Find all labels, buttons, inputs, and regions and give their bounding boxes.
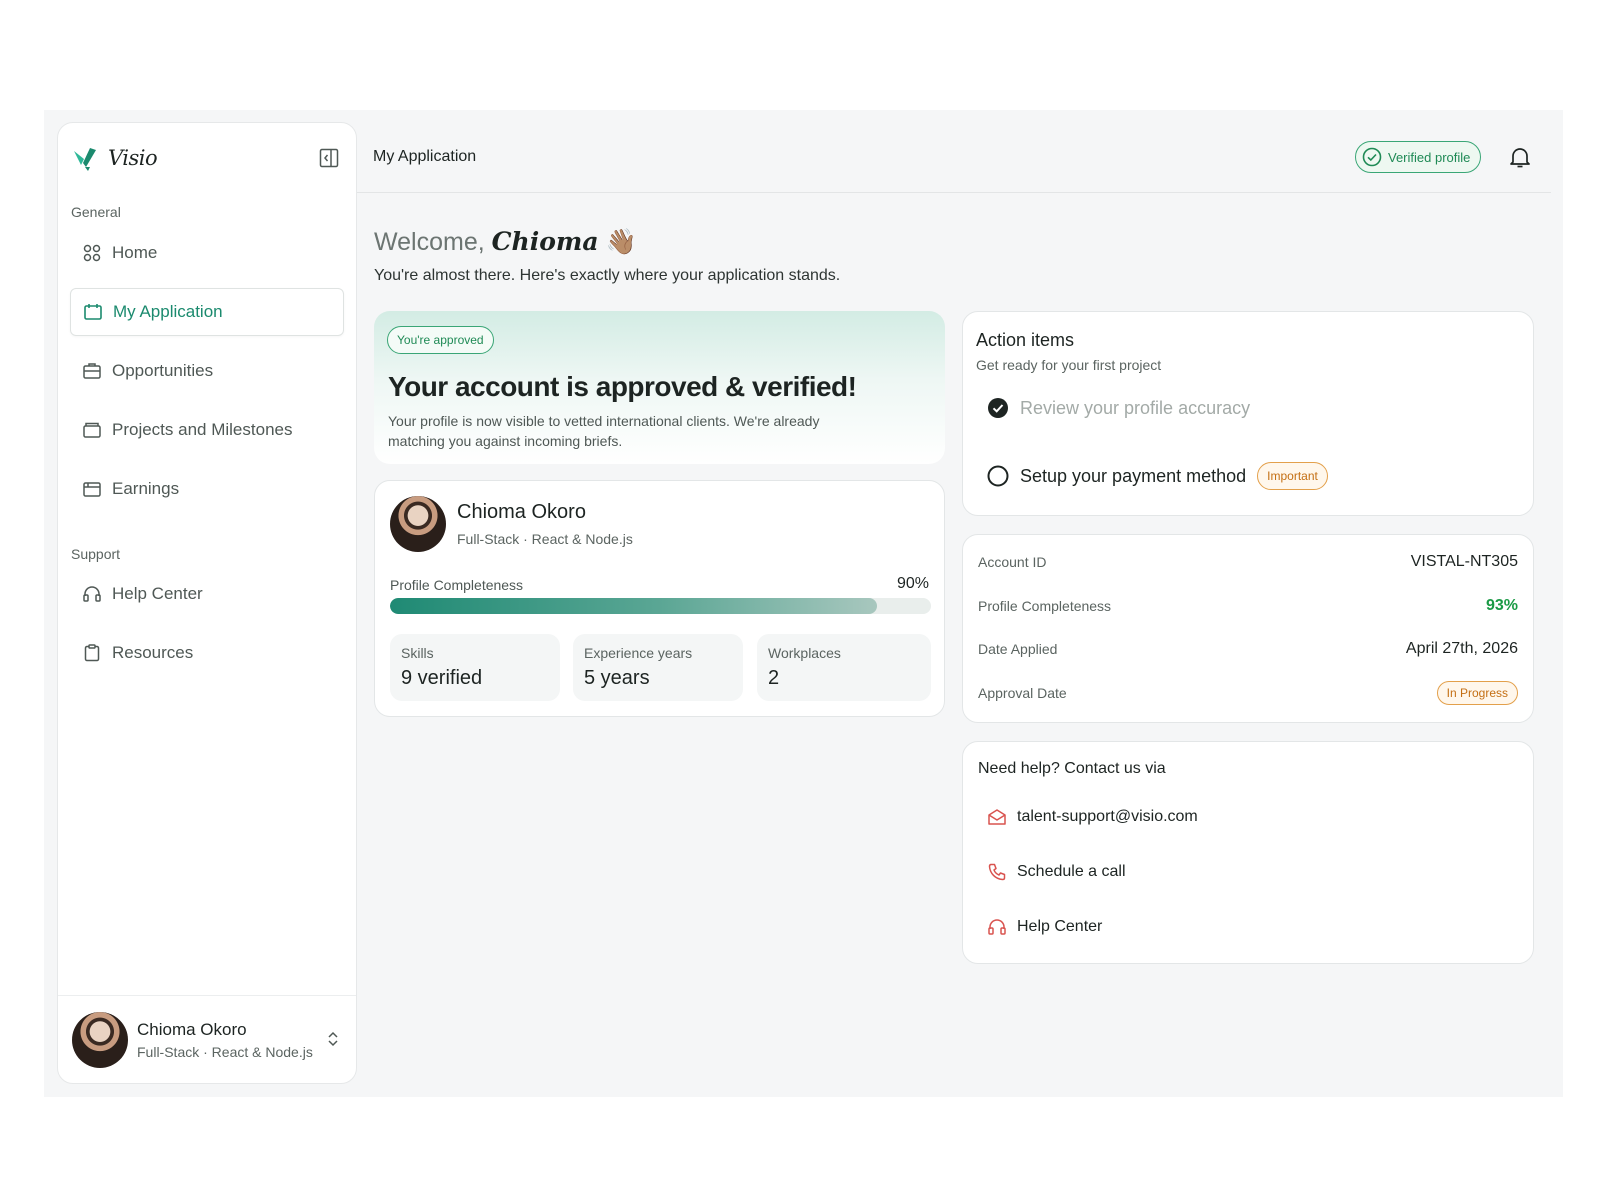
action-item-label: Setup your payment method xyxy=(1020,465,1247,486)
verified-profile-badge: Verified profile xyxy=(1355,141,1482,173)
help-email-link[interactable]: talent-support@visio.com xyxy=(987,807,1198,827)
help-item-label: Schedule a call xyxy=(1017,863,1126,880)
help-card: Need help? Contact us via talent-support… xyxy=(962,741,1534,964)
check-circle-icon xyxy=(1362,147,1382,167)
wallet-icon xyxy=(82,479,102,499)
stat-skills: Skills 9 verified xyxy=(390,634,560,701)
approval-heading: Your account is approved & verified! xyxy=(388,371,857,402)
profile-card: Chioma Okoro Full-Stack · React & Node.j… xyxy=(374,480,945,717)
application-icon xyxy=(83,302,103,322)
stat-value: 2 xyxy=(768,667,780,689)
sidebar-item-label: My Application xyxy=(113,302,223,321)
info-label: Profile Completeness xyxy=(978,598,1112,614)
info-value: April 27th, 2026 xyxy=(1405,640,1518,657)
wave-emoji: 👋🏽 xyxy=(605,228,637,256)
avatar xyxy=(72,1011,128,1068)
action-items-subtitle: Get ready for your first project xyxy=(976,357,1162,373)
approval-banner: You're approved Your account is approved… xyxy=(374,311,945,464)
info-label: Account ID xyxy=(978,554,1047,570)
help-schedule-call-link[interactable]: Schedule a call xyxy=(987,862,1126,882)
app-name: Visio xyxy=(108,146,158,170)
section-label-support: Support xyxy=(71,546,121,562)
folder-icon xyxy=(82,420,102,440)
help-item-label: talent-support@visio.com xyxy=(1017,808,1198,825)
avatar xyxy=(390,496,446,552)
stat-value: 5 years xyxy=(584,667,650,689)
bell-icon[interactable] xyxy=(1507,144,1533,170)
sidebar-item-label: Resources xyxy=(112,643,194,662)
completeness-value: 90% xyxy=(896,575,929,592)
action-item-label: Review your profile accuracy xyxy=(1020,397,1251,418)
info-value: VISTAL-NT305 xyxy=(1410,553,1518,570)
clipboard-icon xyxy=(82,643,102,663)
help-center-link[interactable]: Help Center xyxy=(987,917,1102,937)
action-item-review-profile[interactable]: Review your profile accuracy xyxy=(987,397,1250,419)
logo[interactable]: Visio xyxy=(72,143,342,173)
page-title: My Application xyxy=(373,148,477,165)
sidebar-item-label: Projects and Milestones xyxy=(112,420,293,439)
info-row-account-id: Account ID VISTAL-NT305 xyxy=(978,550,1518,574)
sidebar-item-resources[interactable]: Resources xyxy=(70,629,344,677)
welcome-heading: Welcome, Chioma 👋🏽 xyxy=(374,227,637,257)
completeness-label: Profile Completeness xyxy=(390,577,524,593)
approval-body: Your profile is now visible to vetted in… xyxy=(388,413,820,449)
action-items-card: Action items Get ready for your first pr… xyxy=(962,311,1534,516)
stat-experience: Experience years 5 years xyxy=(573,634,743,701)
welcome-prefix: Welcome, xyxy=(374,228,485,256)
help-title: Need help? Contact us via xyxy=(978,760,1166,777)
help-item-label: Help Center xyxy=(1017,918,1103,935)
sidebar-item-label: Opportunities xyxy=(112,361,214,380)
profile-name: Chioma Okoro xyxy=(457,501,586,523)
profile-role: Full-Stack · React & Node.js xyxy=(457,531,633,547)
important-badge: Important xyxy=(1257,462,1328,490)
status-badge: In Progress xyxy=(1436,681,1518,705)
completeness-progress-bar xyxy=(390,598,931,614)
briefcase-icon xyxy=(82,361,102,381)
verified-label: Verified profile xyxy=(1388,149,1471,165)
phone-icon xyxy=(988,863,1006,881)
sidebar-item-home[interactable]: Home xyxy=(70,229,344,277)
grid-icon xyxy=(82,243,102,263)
info-row-approval-date: Approval Date In Progress xyxy=(978,680,1518,706)
sidebar-item-projects[interactable]: Projects and Milestones xyxy=(70,406,344,454)
sidebar-item-earnings[interactable]: Earnings xyxy=(70,465,344,513)
collapse-sidebar-icon[interactable] xyxy=(318,147,340,169)
progress-fill xyxy=(390,598,877,614)
headset-icon xyxy=(988,919,1006,935)
sidebar-item-label: Home xyxy=(112,243,158,262)
account-info-card: Account ID VISTAL-NT305 Profile Complete… xyxy=(962,534,1534,723)
sidebar-item-label: Help Center xyxy=(112,584,203,603)
stat-label: Experience years xyxy=(584,645,693,661)
user-menu[interactable]: Chioma Okoro Full-Stack · React & Node.j… xyxy=(58,995,356,1083)
stat-label: Workplaces xyxy=(768,645,841,661)
stat-label: Skills xyxy=(401,645,434,661)
chevron-updown-icon[interactable] xyxy=(326,1030,340,1048)
topbar: My Application Verified profile xyxy=(357,122,1551,193)
user-name: Chioma Okoro xyxy=(137,1019,247,1039)
approved-tag: You're approved xyxy=(387,326,494,354)
info-label: Date Applied xyxy=(978,641,1058,657)
sidebar-item-my-application[interactable]: My Application xyxy=(70,288,344,336)
info-row-completeness: Profile Completeness 93% xyxy=(978,594,1518,618)
sidebar: Visio General Home My Application Opport… xyxy=(57,122,357,1084)
stat-value: 9 verified xyxy=(401,667,483,689)
action-items-title: Action items xyxy=(976,330,1075,350)
welcome-subtitle: You're almost there. Here's exactly wher… xyxy=(374,267,841,284)
headset-icon xyxy=(82,584,102,604)
section-label-general: General xyxy=(71,204,121,220)
sidebar-item-opportunities[interactable]: Opportunities xyxy=(70,347,344,395)
welcome-name: Chioma xyxy=(491,227,599,256)
info-label: Approval Date xyxy=(978,685,1067,701)
empty-circle-icon[interactable] xyxy=(987,465,1009,487)
sidebar-item-label: Earnings xyxy=(112,479,180,498)
mail-icon xyxy=(988,809,1006,825)
info-value: 93% xyxy=(1485,597,1518,614)
visio-logo-icon xyxy=(74,148,96,171)
info-row-date-applied: Date Applied April 27th, 2026 xyxy=(978,637,1518,661)
user-role: Full-Stack · React & Node.js xyxy=(137,1043,313,1060)
stat-workplaces: Workplaces 2 xyxy=(757,634,931,701)
action-item-payment-method[interactable]: Setup your payment method Important xyxy=(987,462,1328,490)
sidebar-item-help-center[interactable]: Help Center xyxy=(70,570,344,618)
check-filled-icon[interactable] xyxy=(987,397,1009,419)
